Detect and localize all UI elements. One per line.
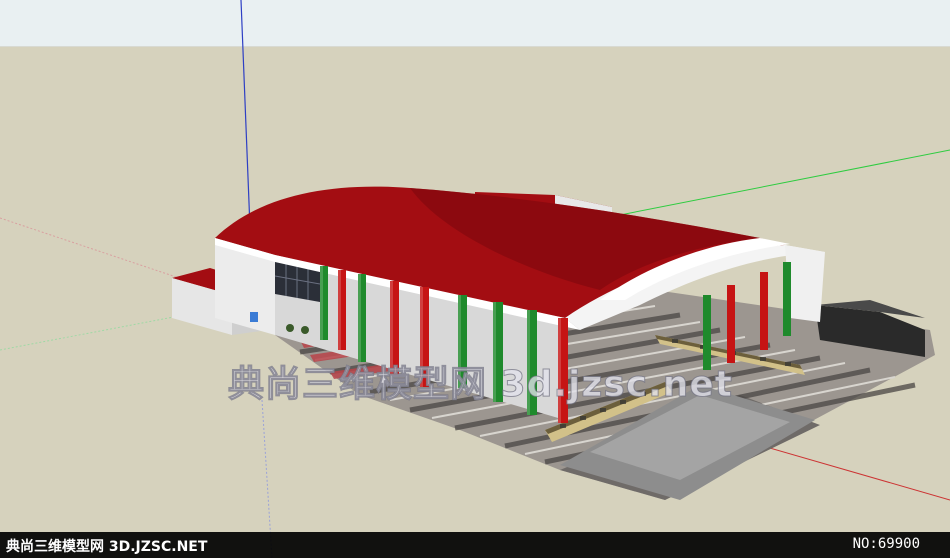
sky bbox=[0, 0, 950, 47]
entrance-sign bbox=[250, 312, 258, 322]
footer-bar: 典尚三维模型网 3D.JZSC.NET NO:69900 bbox=[0, 532, 950, 558]
sketchup-scene bbox=[0, 0, 950, 558]
footer-site-label: 典尚三维模型网 3D.JZSC.NET bbox=[6, 539, 208, 555]
footer-model-number: NO:69900 bbox=[852, 536, 920, 552]
center-watermark: 典尚三维模型网 3d.jzsc.net bbox=[227, 364, 734, 406]
model-viewport[interactable]: 典尚三维模型网 3d.jzsc.net 典尚三维模型网 3D.JZSC.NET … bbox=[0, 0, 950, 558]
